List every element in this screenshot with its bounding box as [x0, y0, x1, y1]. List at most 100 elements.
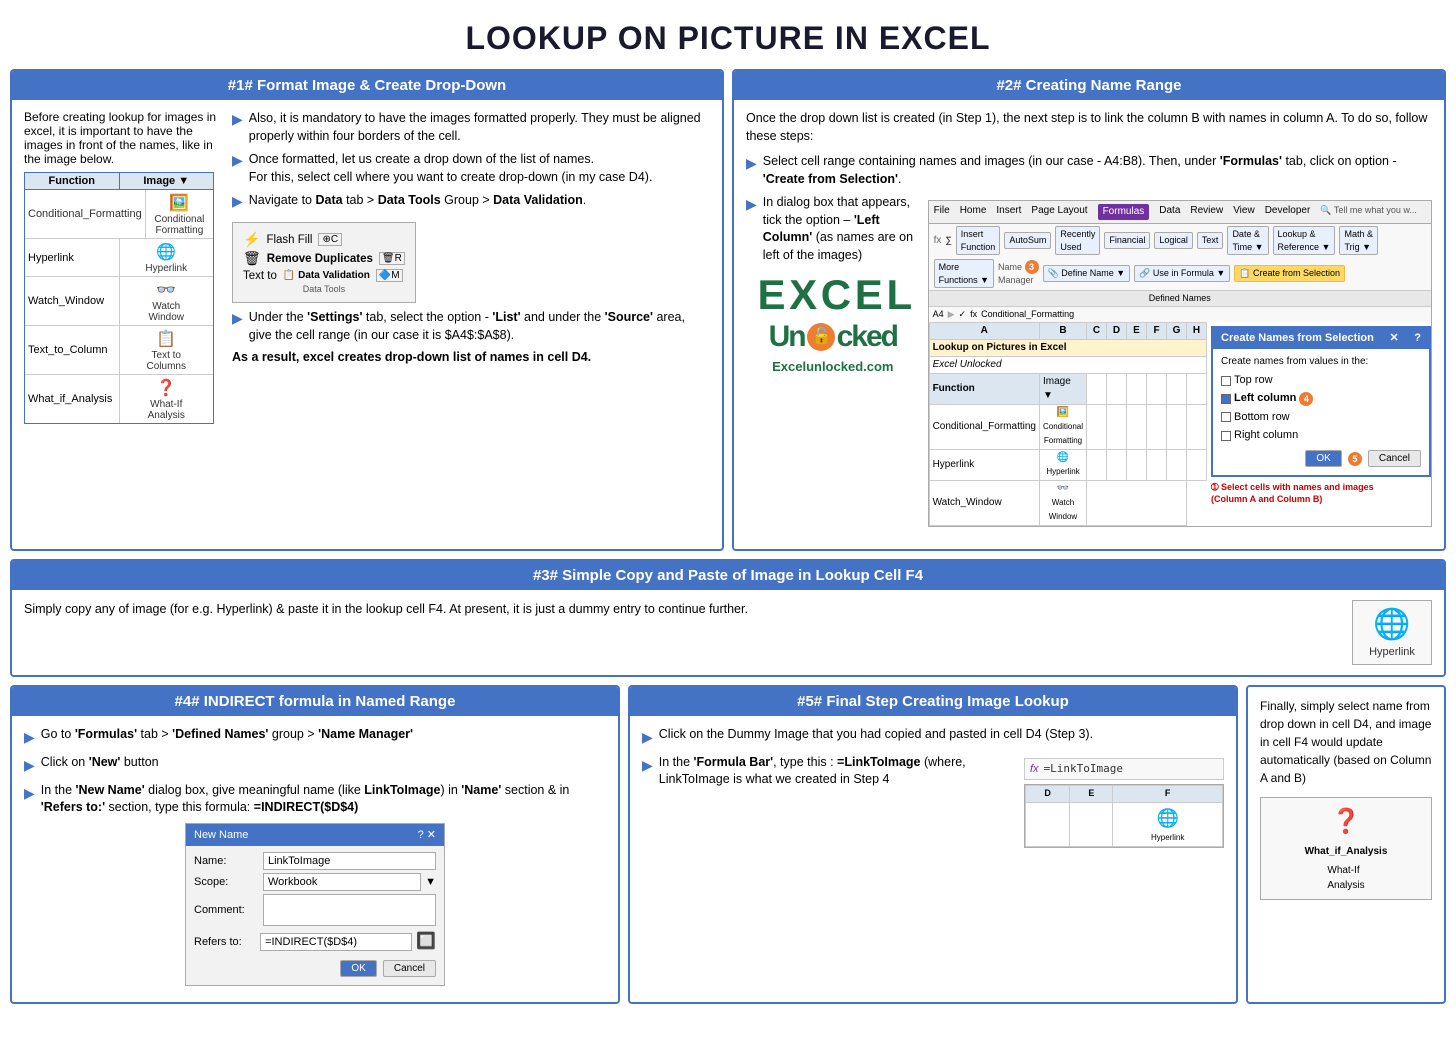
func-cell: Hyperlink [25, 239, 120, 276]
name-field-input[interactable] [263, 852, 436, 870]
fx-formula: fx [970, 308, 977, 321]
fx-label: fx [1030, 761, 1039, 778]
right-col-checkbox[interactable] [1221, 431, 1231, 441]
bullet-text: In dialog box that appears, tick the opt… [763, 194, 920, 264]
tab-page-layout[interactable]: Page Layout [1031, 204, 1087, 220]
bullet-text: Under the 'Settings' tab, select the opt… [249, 309, 710, 344]
math-btn[interactable]: Math &Trig ▼ [1339, 226, 1378, 255]
img-cell: 🖼️ ConditionalFormatting [146, 190, 213, 238]
empty-h4 [1187, 404, 1207, 449]
refers-to-label: Refers to: [194, 934, 256, 951]
new-name-ok-btn[interactable]: OK [340, 960, 376, 977]
s5-grid-row1: 🌐 Hyperlink [1026, 802, 1223, 846]
arrow-icon: ▶ [232, 310, 243, 327]
cf-icon: 🖼️ [165, 192, 193, 214]
page-title: LOOKUP ON PICTURE IN EXCEL [10, 10, 1446, 69]
s2-left-col: ▶ In dialog box that appears, tick the o… [746, 194, 920, 533]
top-row-option[interactable]: Top row [1221, 373, 1421, 388]
dialog-question: ? [1414, 331, 1421, 346]
col-b-hdr: B [1039, 322, 1086, 339]
autosum-btn[interactable]: AutoSum [1004, 232, 1051, 249]
img-cell: 🌐 Hyperlink [120, 239, 214, 276]
tab-home[interactable]: Home [960, 204, 987, 220]
more-funcs-btn[interactable]: MoreFunctions ▼ [934, 259, 994, 288]
insert-func-btn[interactable]: InsertFunction [956, 226, 1001, 255]
empty-h5 [1187, 449, 1207, 480]
empty-e3 [1127, 373, 1147, 404]
scope-dropdown-arrow[interactable]: ▼ [425, 874, 436, 891]
what-if-big-icon: ❓ [1331, 804, 1361, 840]
tab-file[interactable]: File [934, 204, 950, 220]
hyperlink-icon: 🌐 [152, 241, 180, 263]
grid-row-2: Excel Unlocked [929, 356, 1206, 373]
date-time-btn[interactable]: Date &Time ▼ [1227, 226, 1268, 255]
section-1: #1# Format Image & Create Drop-Down Befo… [10, 69, 724, 551]
empty-g4 [1167, 404, 1187, 449]
tab-insert[interactable]: Insert [996, 204, 1021, 220]
scope-field-input[interactable] [263, 873, 421, 891]
left-col-option[interactable]: Left column 4 [1221, 391, 1421, 406]
col-a-hdr: A [929, 322, 1039, 339]
ok-button[interactable]: OK [1305, 450, 1341, 467]
excelunlocked-url: Excelunlocked.com [772, 358, 893, 376]
what-if-icon: ❓ [152, 377, 180, 399]
grid-header-row: A B C D E F G H [929, 322, 1206, 339]
text-btn[interactable]: Text [1197, 232, 1224, 249]
formula-bar-area: A4 ▶ ✓ fx Conditional_Formatting [929, 306, 1431, 322]
refers-to-input[interactable] [260, 933, 412, 951]
scope-field-row: Scope: ▼ [194, 873, 436, 891]
tab-developer[interactable]: Developer [1265, 204, 1311, 220]
empty-d3 [1107, 373, 1127, 404]
bullet-s4-1: ▶ Go to 'Formulas' tab > 'Defined Names'… [24, 726, 606, 748]
top-row-label: Top row [1234, 373, 1273, 388]
col-function: Function [25, 173, 120, 189]
new-name-cancel-btn[interactable]: Cancel [383, 960, 436, 977]
grid-row-5: Hyperlink 🌐Hyperlink [929, 449, 1206, 480]
logical-btn[interactable]: Logical [1154, 232, 1193, 249]
flash-fill-icon: ⚡ [243, 231, 260, 248]
scope-field-label: Scope: [194, 874, 259, 891]
s1-left: Before creating lookup for images in exc… [24, 110, 224, 424]
use-in-formula-btn[interactable]: 🔗 Use in Formula ▼ [1134, 265, 1230, 282]
comment-field-input[interactable] [263, 894, 436, 926]
tab-formulas[interactable]: Formulas [1098, 204, 1150, 220]
empty-d5 [1107, 449, 1127, 480]
create-from-selection-btn[interactable]: 📋 Create from Selection [1234, 265, 1345, 282]
bottom-row-checkbox[interactable] [1221, 412, 1231, 422]
cancel-button[interactable]: Cancel [1368, 450, 1421, 467]
right-col-option[interactable]: Right column [1221, 428, 1421, 443]
right-col-label: Right column [1234, 428, 1298, 443]
define-name-btn[interactable]: 📎 Define Name ▼ [1043, 265, 1131, 282]
dialog-box: Create Names from Selection ✕ ? Create n… [1211, 326, 1431, 477]
bullet-text: Select cell range containing names and i… [763, 153, 1432, 188]
function-image-table: Function Image ▼ Conditional_Formatting … [24, 172, 214, 424]
refers-to-icon[interactable]: 🔲 [416, 930, 436, 954]
tab-data[interactable]: Data [1159, 204, 1180, 220]
section-3-wrapper: #3# Simple Copy and Paste of Image in Lo… [10, 559, 1446, 677]
lookup-ref-btn[interactable]: Lookup &Reference ▼ [1273, 226, 1336, 255]
img-cell: 👓 WatchWindow [120, 277, 214, 325]
bullet-s2-2: ▶ In dialog box that appears, tick the o… [746, 194, 920, 264]
col-d-hdr: D [1107, 322, 1127, 339]
img-hdr-cell: Image ▼ [1039, 373, 1086, 404]
text-to-col-label: Text toColumns [123, 350, 211, 372]
financial-btn[interactable]: Financial [1104, 232, 1150, 249]
tab-review[interactable]: Review [1190, 204, 1223, 220]
recently-used-btn[interactable]: RecentlyUsed [1055, 226, 1100, 255]
ribbon-tools: fx ∑ InsertFunction AutoSum RecentlyUsed… [929, 224, 1431, 290]
top-row-checkbox[interactable] [1221, 376, 1231, 386]
comment-field-row: Comment: [194, 894, 436, 926]
img-cell: 📋 Text toColumns [120, 326, 214, 374]
data-tools-footer: Data Tools [303, 284, 345, 294]
new-name-controls: ? ✕ [418, 827, 436, 844]
what-if-sublabel: What-IfAnalysis [1327, 863, 1364, 893]
refers-to-row: Refers to: 🔲 [194, 930, 436, 954]
bottom-row-option[interactable]: Bottom row [1221, 410, 1421, 425]
left-col-checkbox[interactable] [1221, 394, 1231, 404]
excel-grid: A B C D E F G H [929, 322, 1207, 526]
dialog-close-btn[interactable]: ✕ [1389, 331, 1398, 346]
bullet-2: ▶ Once formatted, let us create a drop d… [232, 151, 710, 186]
grid-row-6: Watch_Window 👓WatchWindow [929, 480, 1206, 525]
tab-view[interactable]: View [1233, 204, 1255, 220]
s5-d-cell [1026, 802, 1070, 846]
